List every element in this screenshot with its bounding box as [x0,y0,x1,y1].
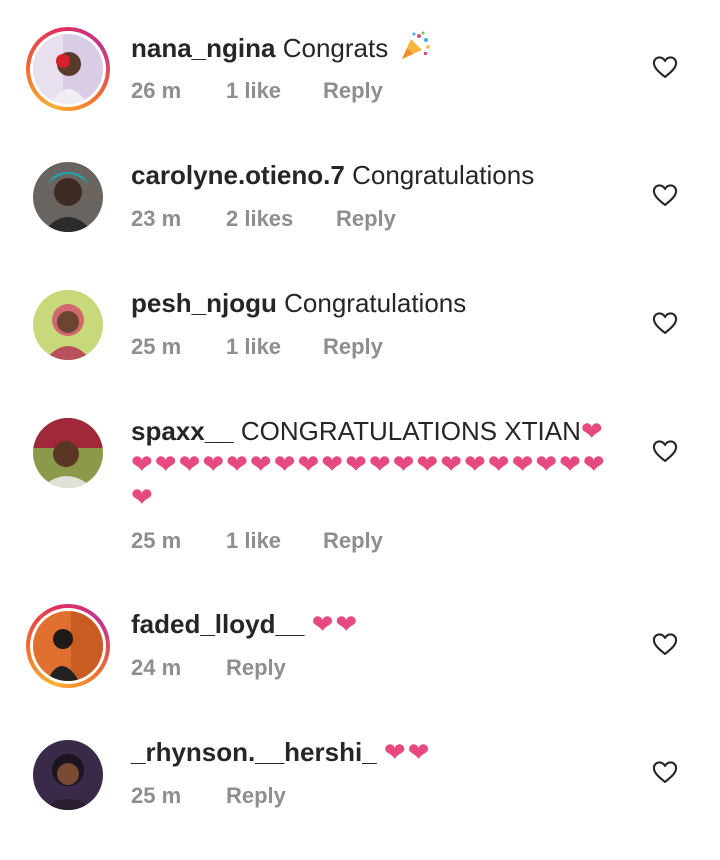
comment-meta: 25 m 1 like Reply [131,526,383,556]
comment-text: Congrats [282,33,389,63]
comment-body: spaxx__ CONGRATULATIONS XTIAN❤❤❤❤❤❤❤❤❤❤❤… [131,415,611,514]
comment-username[interactable]: _rhynson.__hershi_ [131,737,377,767]
reply-button[interactable]: Reply [323,526,383,556]
comment-body: faded_lloyd__ ❤❤ [131,608,611,641]
avatar[interactable] [33,34,103,104]
reply-button[interactable]: Reply [226,653,286,683]
like-button[interactable] [651,437,679,465]
comment-time: 24 m [131,655,182,680]
comment-username[interactable]: spaxx__ [131,416,234,446]
heart-outline-icon [652,633,678,655]
reply-button[interactable]: Reply [323,76,383,106]
avatar[interactable] [33,162,103,232]
like-button[interactable] [651,53,679,81]
comment-username[interactable]: nana_ngina [131,33,275,63]
like-button[interactable] [651,758,679,786]
comment-meta: 25 m Reply [131,781,286,811]
comment-username[interactable]: pesh_njogu [131,288,277,318]
avatar[interactable] [33,611,103,681]
heart-outline-icon [652,761,678,783]
comment-time: 25 m [131,783,182,808]
comments-list: nana_ngina Congrats 26 m1 like Reply car… [0,0,720,860]
comment-body: nana_ngina Congrats [131,31,611,69]
comment-meta: 24 m Reply [131,653,286,683]
reply-button[interactable]: Reply [323,332,383,362]
comment-meta: 26 m 1 like Reply [131,76,383,106]
heart-outline-icon [652,440,678,462]
like-button[interactable] [651,181,679,209]
comment-time: 25 m [131,334,182,359]
like-button[interactable] [651,309,679,337]
avatar[interactable] [33,740,103,810]
party-popper-icon [399,31,431,69]
comment-text: Congratulations [352,160,535,190]
avatar[interactable] [33,418,103,488]
heart-emojis: ❤❤ [311,609,360,639]
comment-meta: 23 m 2 likes Reply [131,204,396,234]
comment-time: 23 m [131,206,182,231]
comment-meta: 25 m 1 like Reply [131,332,383,362]
reply-button[interactable]: Reply [226,781,286,811]
heart-emojis: ❤❤ [383,737,432,767]
comment-username[interactable]: carolyne.otieno.7 [131,160,345,190]
comment-likes[interactable]: 1 like [226,76,323,106]
reply-button[interactable]: Reply [336,204,396,234]
comment-time: 25 m [131,528,182,553]
comment-text: Congratulations [284,288,467,318]
comment-likes[interactable]: 1 like [226,526,323,556]
comment-likes[interactable]: 1 like [226,332,323,362]
heart-outline-icon [652,56,678,78]
comment-username[interactable]: faded_lloyd__ [131,609,304,639]
comment-body: _rhynson.__hershi_ ❤❤ [131,736,611,769]
comment-body: carolyne.otieno.7 Congratulations [131,159,611,192]
comment-time: 26 m [131,78,182,103]
avatar[interactable] [33,290,103,360]
like-button[interactable] [651,630,679,658]
heart-outline-icon [652,184,678,206]
comment-body: pesh_njogu Congratulations [131,287,611,320]
comment-text: CONGRATULATIONS XTIAN [240,416,581,446]
comment-likes[interactable]: 2 likes [226,204,336,234]
heart-outline-icon [652,312,678,334]
